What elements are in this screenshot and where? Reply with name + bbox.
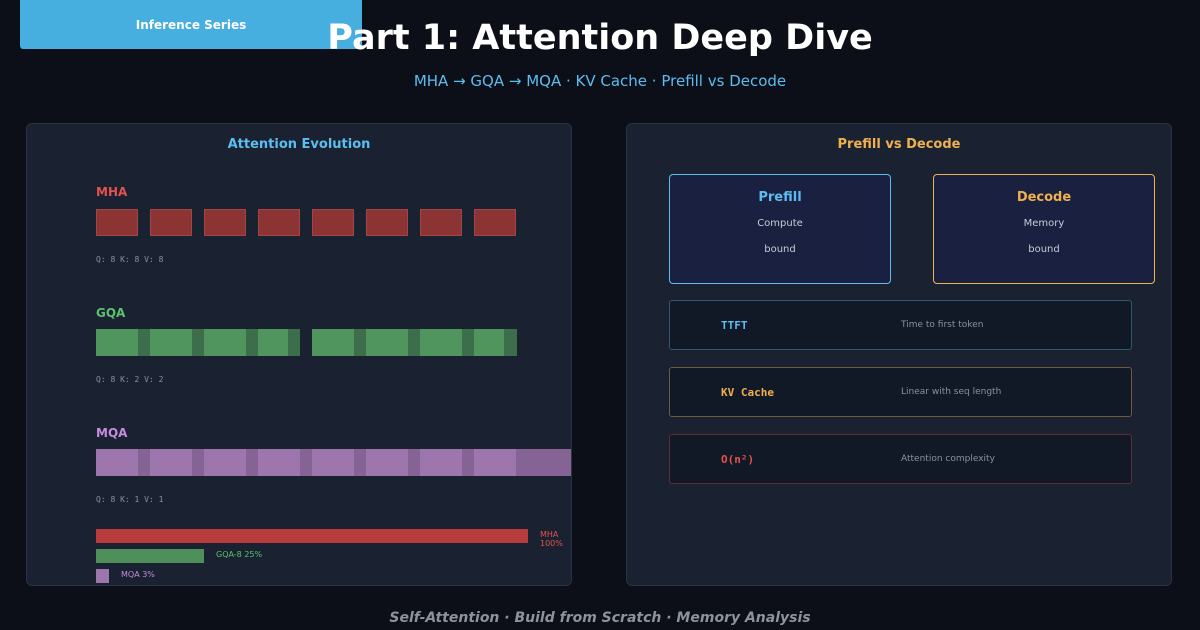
decode-line-1: Memory <box>1023 218 1065 229</box>
mqa-stats: Q: 8 K: 1 V: 1 <box>96 495 164 504</box>
mqa-head-8 <box>474 449 516 476</box>
prefill-decode-panel: Prefill vs Decode Prefill Compute bound … <box>626 123 1172 586</box>
footer-tagline: Self-Attention · Build from Scratch · Me… <box>389 610 811 626</box>
ttft-row: TTFT Time to first token <box>669 300 1132 350</box>
page-subtitle: MHA → GQA → MQA · KV Cache · Prefill vs … <box>413 72 787 90</box>
gqa-head-5 <box>312 329 354 356</box>
mha-head-2 <box>150 209 192 236</box>
mha-label: MHA <box>96 185 128 199</box>
page-title: Part 1: Attention Deep Dive <box>327 18 873 58</box>
gqa-head-2 <box>150 329 192 356</box>
gqa-head-8 <box>474 329 504 356</box>
mqa-label: MQA <box>96 426 128 440</box>
mqa-head-2 <box>150 449 192 476</box>
mqa-head-5 <box>312 449 354 476</box>
prefill-card: Prefill Compute bound <box>669 174 891 284</box>
mha-heads <box>96 209 518 236</box>
kv-cache-key: KV Cache <box>721 386 774 399</box>
mha-memory-bar <box>96 529 528 543</box>
decode-card: Decode Memory bound <box>933 174 1155 284</box>
mqa-head-1 <box>96 449 138 476</box>
mqa-memory-label: MQA 3% <box>121 570 155 579</box>
gqa-head-6 <box>366 329 408 356</box>
ttft-key: TTFT <box>721 319 748 332</box>
prefill-line-1: Compute <box>757 218 803 229</box>
mqa-head-4 <box>258 449 300 476</box>
kv-cache-row: KV Cache Linear with seq length <box>669 367 1132 417</box>
complexity-desc: Attention complexity <box>901 454 995 464</box>
complexity-row: O(n²) Attention complexity <box>669 434 1132 484</box>
gqa-head-7 <box>420 329 462 356</box>
mqa-head-6 <box>366 449 408 476</box>
mqa-head-7 <box>420 449 462 476</box>
gqa-label: GQA <box>96 306 126 320</box>
mha-memory-label: MHA 100% <box>540 530 563 548</box>
mha-head-6 <box>366 209 408 236</box>
decode-title: Decode <box>1016 190 1072 205</box>
mha-head-3 <box>204 209 246 236</box>
mha-head-4 <box>258 209 300 236</box>
mqa-memory-bar <box>96 569 109 583</box>
mqa-head-3 <box>204 449 246 476</box>
prefill-title: Prefill <box>758 190 802 205</box>
gqa-head-4 <box>258 329 288 356</box>
mha-head-8 <box>474 209 516 236</box>
mha-head-7 <box>420 209 462 236</box>
prefill-decode-title: Prefill vs Decode <box>837 137 961 152</box>
mha-head-1 <box>96 209 138 236</box>
gqa-head-3 <box>204 329 246 356</box>
gqa-memory-label: GQA-8 25% <box>216 550 263 559</box>
decode-line-2: bound <box>1028 244 1060 255</box>
kv-cache-desc: Linear with seq length <box>901 387 1002 397</box>
complexity-key: O(n²) <box>721 453 755 466</box>
prefill-line-2: bound <box>764 244 796 255</box>
gqa-head-1 <box>96 329 138 356</box>
mqa-heads <box>96 449 571 476</box>
attention-evolution-panel: Attention Evolution MHA Q: 8 K: 8 V: 8 G… <box>26 123 572 586</box>
mha-stats: Q: 8 K: 8 V: 8 <box>96 255 164 264</box>
ttft-desc: Time to first token <box>901 320 984 330</box>
gqa-heads <box>96 329 518 356</box>
gqa-memory-bar <box>96 549 204 563</box>
attention-evolution-title: Attention Evolution <box>227 137 371 152</box>
gqa-stats: Q: 8 K: 2 V: 2 <box>96 375 164 384</box>
mha-head-5 <box>312 209 354 236</box>
